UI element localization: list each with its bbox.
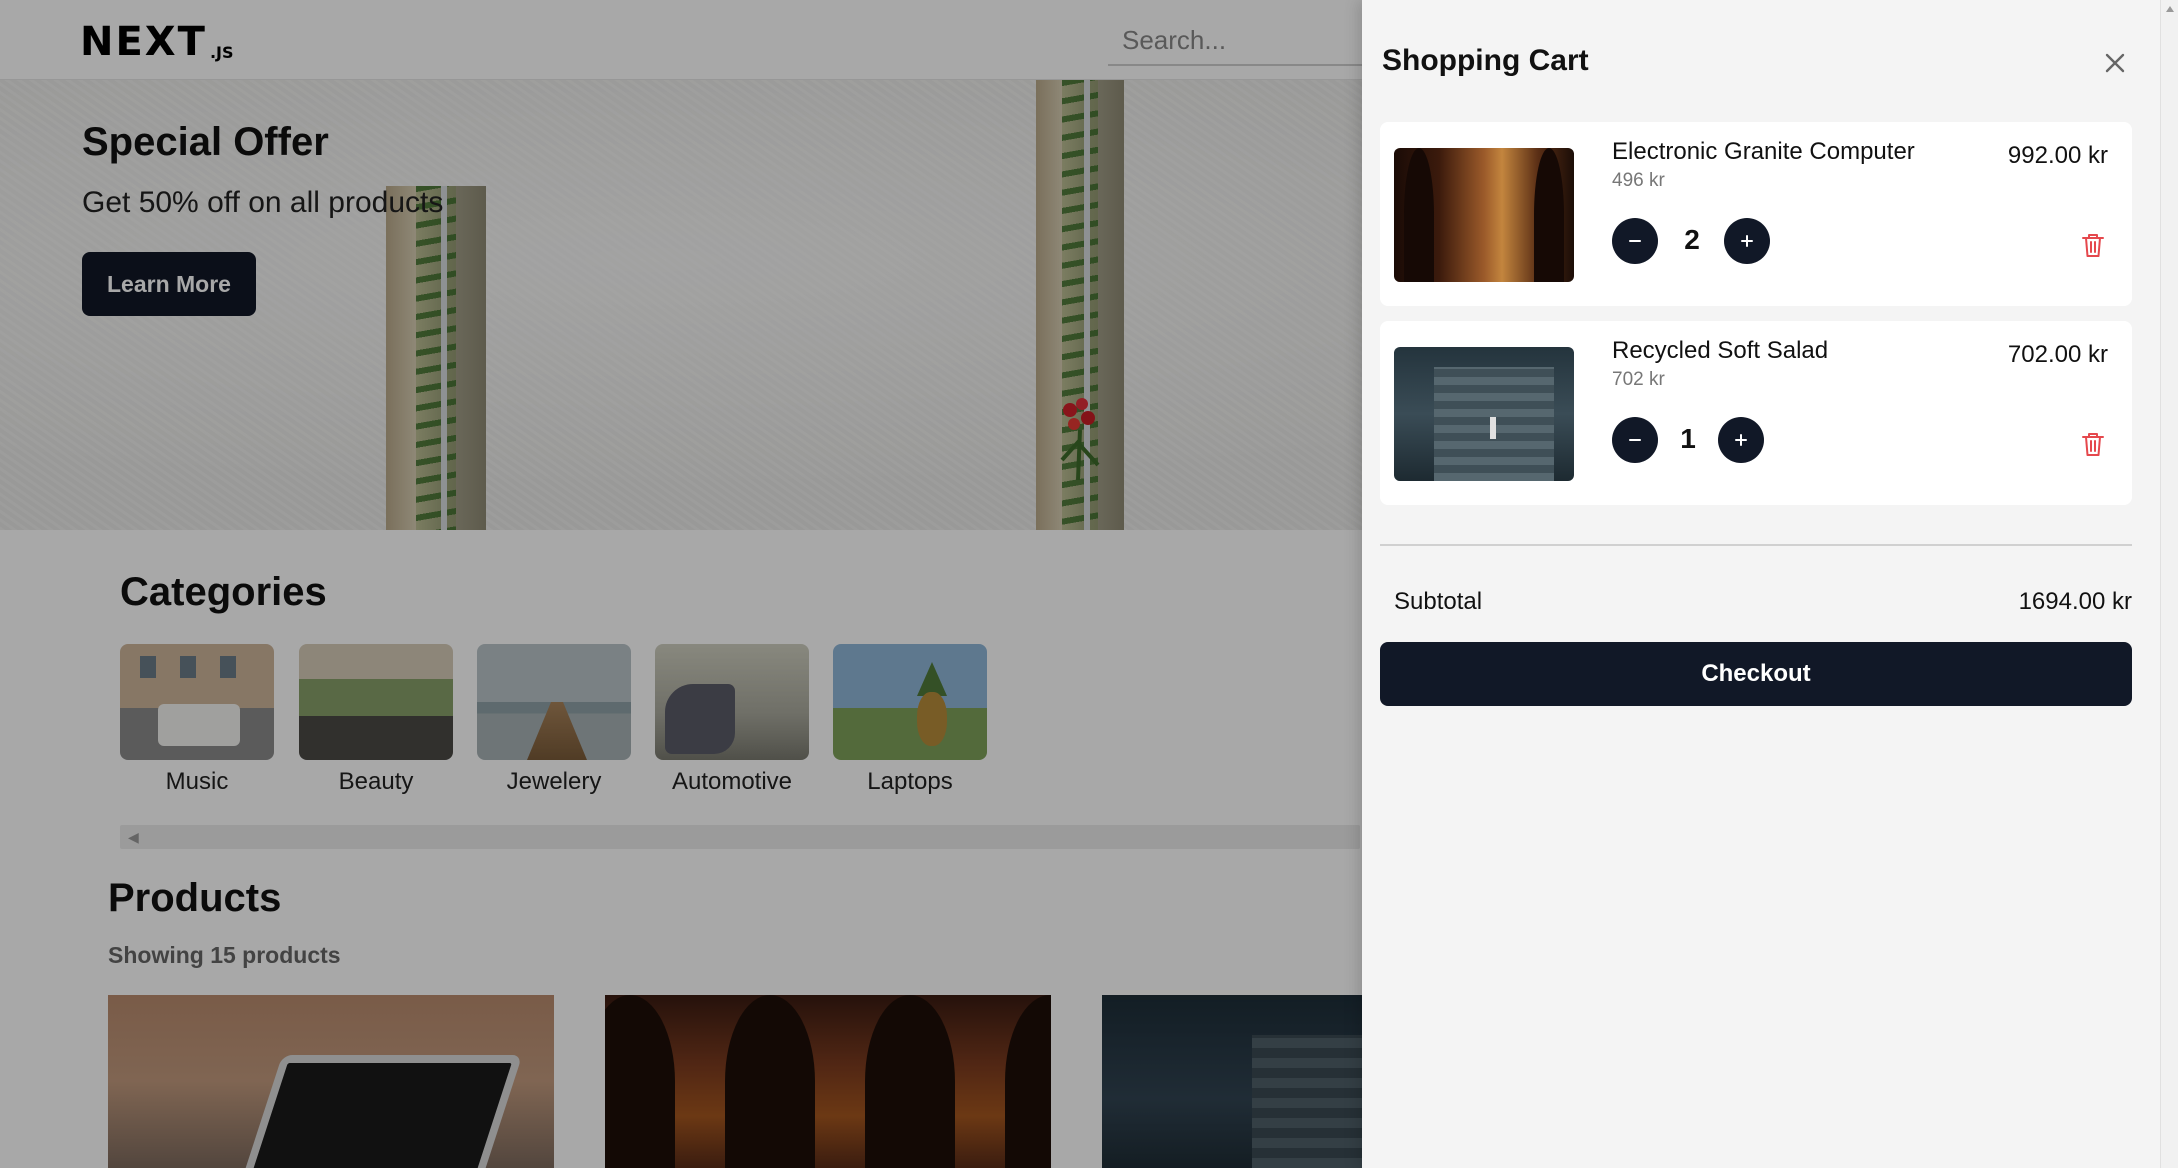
increase-quantity-button[interactable] xyxy=(1724,218,1770,264)
trash-icon xyxy=(2082,433,2104,456)
minus-icon xyxy=(1629,240,1641,242)
cart-item-name: Electronic Granite Computer xyxy=(1612,138,1915,165)
decrease-quantity-button[interactable] xyxy=(1612,218,1658,264)
cart-title: Shopping Cart xyxy=(1382,44,1589,77)
shopping-cart-drawer: Shopping Cart Electronic Granite Compute… xyxy=(1362,0,2160,1168)
cart-item-line-total: 992.00 kr xyxy=(2007,142,2108,169)
cart-item-image xyxy=(1394,347,1574,481)
cart-item: Recycled Soft Salad 702 kr 702.00 kr 1 xyxy=(1380,321,2132,505)
remove-item-button[interactable] xyxy=(2078,230,2108,260)
minus-icon xyxy=(1629,439,1641,441)
cart-item-name: Recycled Soft Salad xyxy=(1612,337,1829,364)
cart-item-line-total: 702.00 kr xyxy=(2007,341,2108,368)
cart-item: Electronic Granite Computer 496 kr 992.0… xyxy=(1380,122,2132,306)
cart-item-quantity: 2 xyxy=(1684,224,1700,255)
page-scrollbar[interactable] xyxy=(2160,0,2178,1168)
plus-icon xyxy=(1741,235,1753,247)
cart-item-image xyxy=(1394,148,1574,282)
decrease-quantity-button[interactable] xyxy=(1612,417,1658,463)
trash-icon xyxy=(2082,234,2104,257)
cart-item-quantity: 1 xyxy=(1680,423,1696,454)
subtotal-label: Subtotal xyxy=(1394,588,1483,615)
subtotal-value: 1694.00 kr xyxy=(2018,588,2132,615)
remove-item-button[interactable] xyxy=(2078,429,2108,459)
cart-item-unit-price: 496 kr xyxy=(1612,170,1665,191)
checkout-button[interactable]: Checkout xyxy=(1380,642,2132,706)
plus-icon xyxy=(1735,434,1747,446)
increase-quantity-button[interactable] xyxy=(1718,417,1764,463)
close-cart-button[interactable] xyxy=(2098,46,2132,80)
cart-divider xyxy=(1380,544,2132,546)
close-icon xyxy=(2105,53,2125,73)
scroll-up-arrow-icon[interactable] xyxy=(2166,6,2174,12)
cart-item-unit-price: 702 kr xyxy=(1612,369,1665,390)
